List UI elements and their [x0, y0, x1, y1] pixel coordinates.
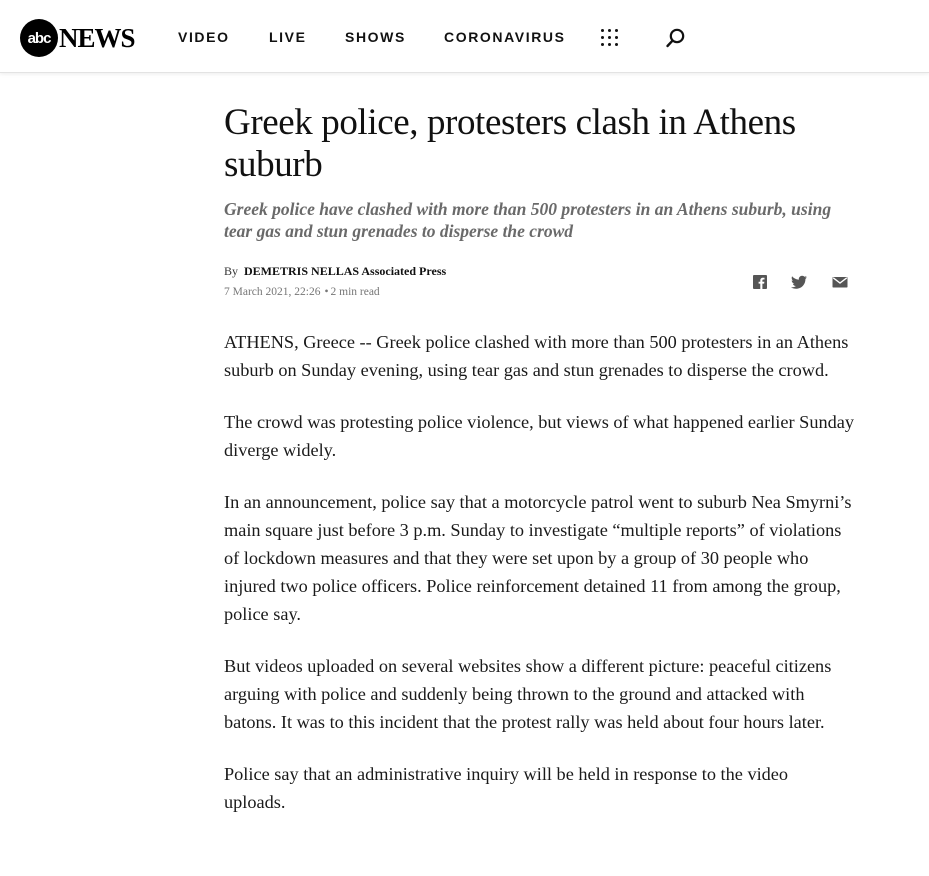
- article-paragraph: Police say that an administrative inquir…: [224, 764, 789, 812]
- byline: By DEMETRIS NELLAS Associated Press: [224, 264, 446, 278]
- email-icon[interactable]: [831, 273, 849, 291]
- top-navigation: abc NEWS VIDEO LIVE SHOWS CORONAVIRUS: [0, 0, 929, 73]
- article-paragraph: ATHENS, Greece -- Greek police clashed w…: [224, 332, 849, 380]
- publish-date: 7 March 2021, 22:26: [224, 286, 321, 298]
- article-body: ATHENS, Greece -- Greek police clashed w…: [224, 328, 854, 840]
- logo-wordmark: NEWS: [59, 23, 136, 53]
- search-icon[interactable]: [665, 27, 687, 49]
- nav-link-video[interactable]: VIDEO: [178, 29, 230, 46]
- nav-link-shows[interactable]: SHOWS: [345, 29, 406, 46]
- dateline: 7 March 2021, 22:26 • 2 min read: [224, 285, 380, 299]
- article-paragraph: The crowd was protesting police violence…: [224, 412, 854, 460]
- logo-badge: abc: [20, 19, 58, 57]
- nav-link-coronavirus[interactable]: CORONAVIRUS: [444, 29, 566, 46]
- nav-link-live[interactable]: LIVE: [269, 29, 307, 46]
- byline-prefix: By: [224, 264, 239, 278]
- facebook-icon[interactable]: [751, 273, 769, 291]
- read-time: 2 min read: [330, 286, 380, 298]
- article-subheadline: Greek police have clashed with more than…: [224, 199, 832, 241]
- byline-author-link[interactable]: DEMETRIS NELLAS Associated Press: [244, 264, 446, 278]
- article-paragraph: In an announcement, police say that a mo…: [224, 492, 852, 624]
- grid-menu-icon[interactable]: [601, 29, 619, 47]
- abc-news-logo[interactable]: abc NEWS: [20, 19, 136, 57]
- twitter-icon[interactable]: [790, 273, 808, 291]
- meta-separator: •: [324, 286, 329, 298]
- article-paragraph: But videos uploaded on several websites …: [224, 656, 832, 732]
- article-headline: Greek police, protesters clash in Athens…: [224, 102, 796, 185]
